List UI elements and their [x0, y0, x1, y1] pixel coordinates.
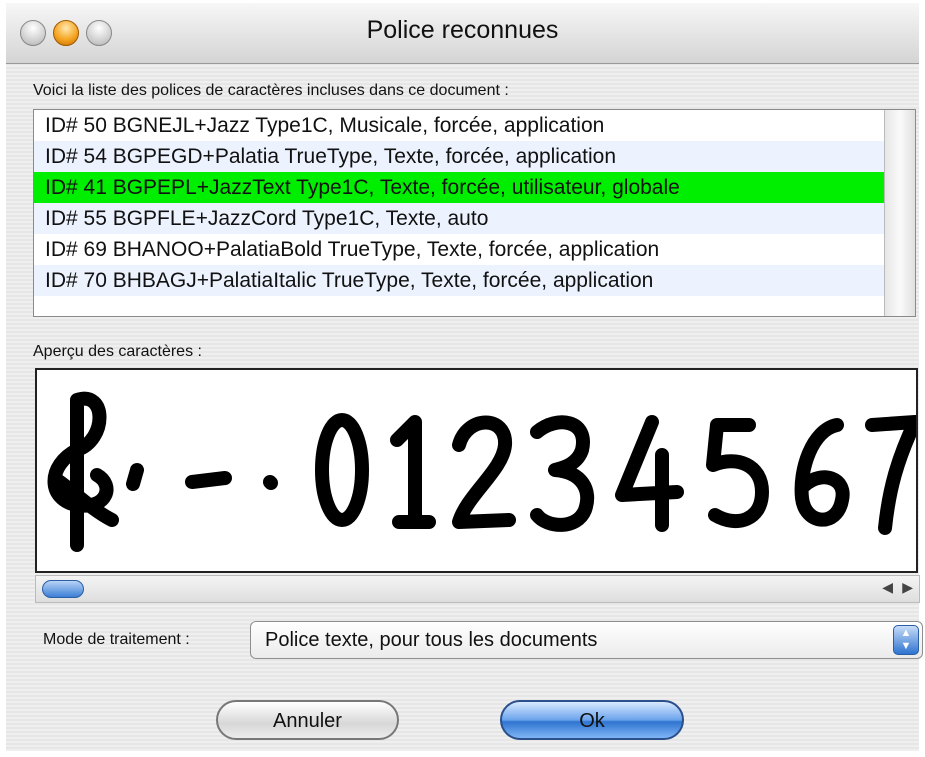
title-bar: Police reconnues	[6, 3, 919, 64]
dialog-window: Police reconnues Voici la liste des poli…	[6, 3, 923, 751]
cancel-button[interactable]: Annuler	[216, 700, 399, 740]
list-vertical-scrollbar[interactable]	[884, 110, 915, 316]
select-arrows-icon[interactable]: ▲ ▼	[893, 625, 919, 655]
scroll-right-arrow-icon[interactable]: ▶	[902, 579, 913, 596]
character-preview	[35, 368, 918, 573]
preview-horizontal-scrollbar[interactable]: ◀ ▶	[35, 575, 920, 603]
mode-select[interactable]: Police texte, pour tous les documents ▲ ▼	[250, 621, 923, 659]
preview-label: Aperçu des caractères :	[33, 343, 202, 360]
font-list[interactable]: ID# 50 BGNEJL+Jazz Type1C, Musicale, for…	[33, 109, 916, 317]
font-list-item[interactable]: ID# 50 BGNEJL+Jazz Type1C, Musicale, for…	[34, 110, 915, 141]
mode-label: Mode de traitement :	[43, 631, 190, 648]
window-title: Police reconnues	[366, 16, 559, 44]
ok-button[interactable]: Ok	[500, 700, 684, 740]
font-list-label: Voici la liste des polices de caractères…	[33, 82, 509, 99]
font-list-item-selected[interactable]: ID# 41 BGPEPL+JazzText Type1C, Texte, fo…	[34, 172, 915, 203]
font-list-item[interactable]: ID# 69 BHANOO+PalatiaBold TrueType, Text…	[34, 234, 915, 265]
font-list-item[interactable]: ID# 55 BGPFLE+JazzCord Type1C, Texte, au…	[34, 203, 915, 234]
font-list-item[interactable]: ID# 70 BHBAGJ+PalatiaItalic TrueType, Te…	[34, 265, 915, 296]
scroll-left-arrow-icon[interactable]: ◀	[882, 579, 893, 596]
scroll-thumb[interactable]	[42, 580, 84, 598]
preview-glyphs	[47, 391, 916, 552]
mode-select-value: Police texte, pour tous les documents	[265, 629, 598, 651]
font-list-item[interactable]: ID# 54 BGPEGD+Palatia TrueType, Texte, f…	[34, 141, 915, 172]
